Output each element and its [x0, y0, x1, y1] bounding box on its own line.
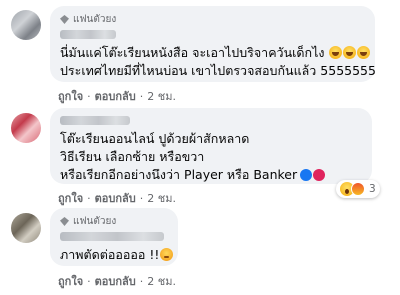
top-fan-badge: แฟนตัวยง — [60, 214, 168, 229]
like-link[interactable]: ถูกใจ — [58, 90, 83, 103]
commenter-avatar[interactable] — [11, 10, 41, 40]
comment-text-line: วิธีเรียน เลือกซ้าย หรือขวา — [60, 149, 205, 164]
reply-link[interactable]: ตอบกลับ — [95, 90, 136, 103]
laughing-emoji — [357, 46, 371, 59]
commenter-name[interactable] — [60, 30, 116, 39]
comment-bubble: แฟนตัวยง ภาพตัดต่อออออ !! — [50, 208, 178, 266]
diamond-icon — [60, 15, 69, 24]
angry-reaction-icon — [351, 182, 365, 196]
comment-actions: ถูกใจ · ตอบกลับ · 2 ชม. — [58, 275, 176, 288]
sad-emoji — [160, 248, 174, 261]
comment-text-line: โต๊ะเรียนออนไลน์ ปูด้วยผ้าสักหลาด — [60, 131, 250, 146]
comment-text-line: นี่มันแค่โต๊ะเรียนหนังสือ จะเอาไปบริจาคว… — [60, 44, 371, 62]
badge-label: แฟนตัวยง — [73, 216, 117, 227]
comment-bubble: โต๊ะเรียนออนไลน์ ปูด้วยผ้าสักหลาด วิธีเร… — [50, 108, 372, 184]
timestamp[interactable]: 2 ชม. — [147, 275, 176, 288]
timestamp[interactable]: 2 ชม. — [147, 90, 176, 103]
commenter-name[interactable] — [60, 232, 164, 241]
blue-circle-emoji — [300, 169, 313, 181]
commenter-avatar[interactable] — [11, 113, 41, 143]
reaction-count: 3 — [369, 183, 376, 195]
laughing-emoji — [343, 46, 357, 59]
commenter-avatar[interactable] — [11, 213, 41, 243]
commenter-name[interactable] — [60, 116, 130, 125]
badge-label: แฟนตัวยง — [73, 14, 117, 25]
comment-text-line: หรือเรียกอีกอย่างนึงว่า Player หรือ Bank… — [60, 166, 362, 184]
reaction-summary[interactable]: 3 — [336, 180, 380, 198]
top-fan-badge: แฟนตัวยง — [60, 12, 365, 27]
comment-actions: ถูกใจ · ตอบกลับ · 2 ชม. — [58, 90, 176, 103]
laughing-emoji — [329, 46, 343, 59]
diamond-icon — [60, 217, 69, 226]
comment-text-line: ประเทศไทยมีที่ไหนบ่อน เขาไปตรวจสอบกันแล้… — [60, 63, 376, 78]
timestamp[interactable]: 2 ชม. — [147, 192, 176, 205]
red-circle-emoji — [313, 169, 326, 181]
like-link[interactable]: ถูกใจ — [58, 275, 83, 288]
comment-actions: ถูกใจ · ตอบกลับ · 2 ชม. — [58, 192, 176, 205]
comment-text-line: ภาพตัดต่อออออ !! — [60, 246, 174, 264]
comment-bubble: แฟนตัวยง นี่มันแค่โต๊ะเรียนหนังสือ จะเอา… — [50, 6, 376, 82]
reply-link[interactable]: ตอบกลับ — [95, 275, 136, 288]
like-link[interactable]: ถูกใจ — [58, 192, 83, 205]
reply-link[interactable]: ตอบกลับ — [95, 192, 136, 205]
